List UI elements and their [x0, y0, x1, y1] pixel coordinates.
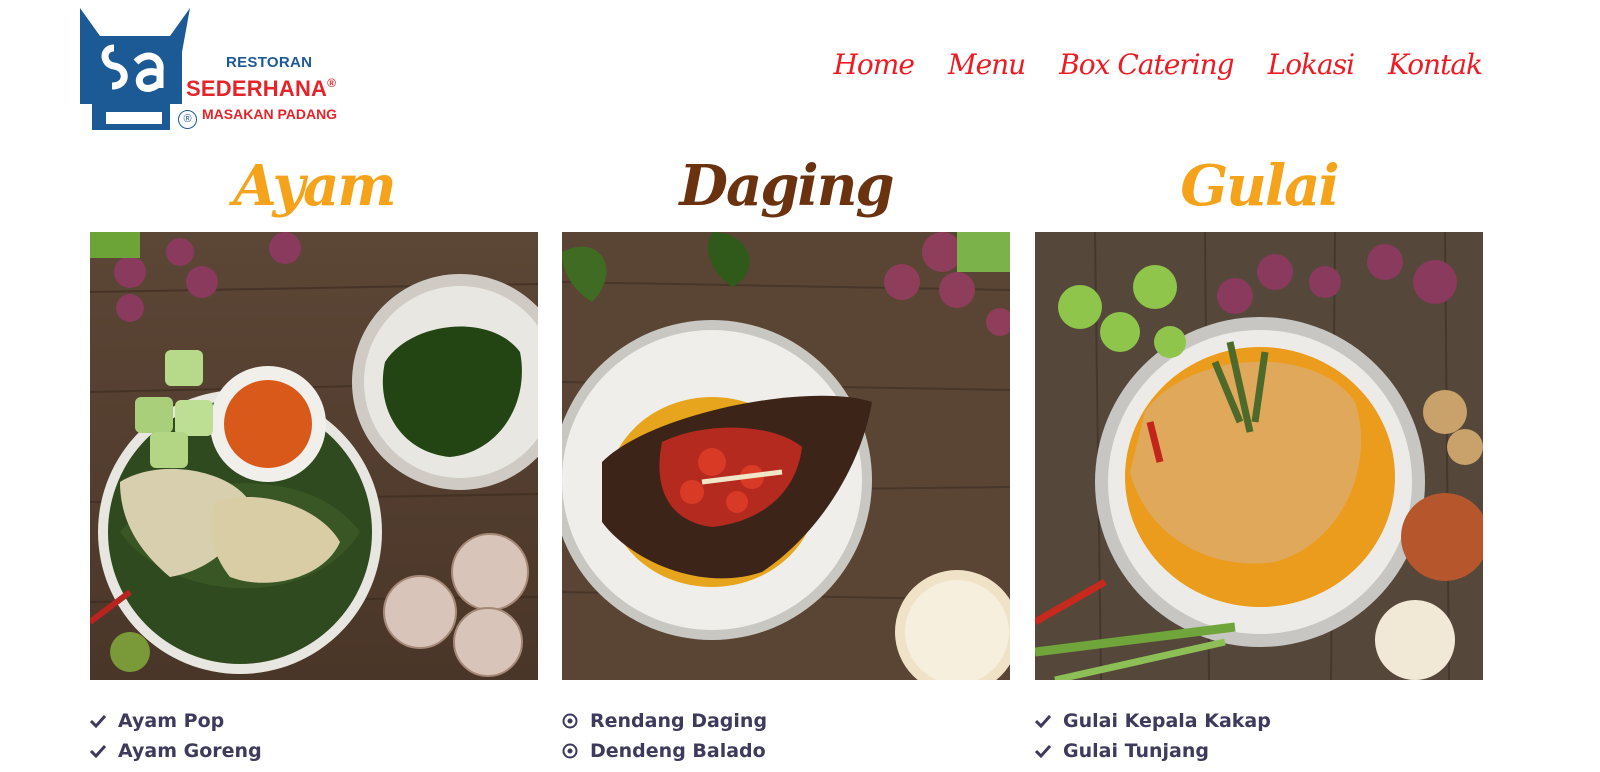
brand-line-sub: MASAKAN PADANG	[202, 106, 338, 122]
check-icon	[90, 714, 118, 728]
check-icon	[1035, 714, 1063, 728]
gulai-dish-photo[interactable]	[1035, 232, 1483, 680]
brand-line-restoran: RESTORAN	[226, 54, 313, 71]
column-title: Ayam	[233, 153, 396, 219]
menu-item[interactable]: Gulai Kepala Kakap	[1035, 706, 1271, 736]
nav-menu[interactable]: Menu	[948, 48, 1026, 81]
menu-item-label: Gulai Tunjang	[1063, 740, 1209, 762]
nav-home[interactable]: Home	[834, 48, 915, 81]
menu-list-gulai: Gulai Kepala Kakap Gulai Tunjang	[1035, 706, 1271, 766]
site-header: ® RESTORAN SEDERHANA® MASAKAN PADANG Hom…	[0, 0, 1600, 140]
check-icon	[1035, 744, 1063, 758]
dot-circle-icon	[562, 713, 590, 729]
registered-mark: ®	[178, 110, 197, 129]
menu-column-gulai: Gulai Gulai Kepala Kakap Gulai Tunjang	[1035, 140, 1483, 762]
daging-dish-photo[interactable]	[562, 232, 1010, 680]
menu-list-ayam: Ayam Pop Ayam Goreng	[90, 706, 262, 766]
ayam-dish-photo[interactable]	[90, 232, 538, 680]
nav-box-catering[interactable]: Box Catering	[1059, 48, 1234, 81]
menu-item[interactable]: Gulai Tunjang	[1035, 736, 1271, 766]
menu-item-label: Dendeng Balado	[590, 740, 766, 762]
menu-column-daging: Daging Rendang Daging Dendeng Balado	[562, 140, 1010, 762]
dot-circle-icon	[562, 743, 590, 759]
menu-item[interactable]: Rendang Daging	[562, 706, 767, 736]
column-title: Gulai	[1180, 153, 1339, 219]
menu-item-label: Gulai Kepala Kakap	[1063, 710, 1271, 732]
menu-item-label: Rendang Daging	[590, 710, 768, 732]
column-title: Daging	[679, 153, 894, 219]
nav-lokasi[interactable]: Lokasi	[1268, 48, 1355, 81]
menu-item[interactable]: Dendeng Balado	[562, 736, 767, 766]
main-nav: Home Menu Box Catering Lokasi Kontak	[834, 48, 1483, 81]
menu-item-label: Ayam Goreng	[118, 740, 262, 762]
nav-kontak[interactable]: Kontak	[1388, 48, 1483, 81]
brand-name-text: SEDERHANA	[186, 76, 328, 101]
menu-item[interactable]: Ayam Goreng	[90, 736, 262, 766]
menu-item[interactable]: Ayam Pop	[90, 706, 262, 736]
check-icon	[90, 744, 118, 758]
menu-list-daging: Rendang Daging Dendeng Balado	[562, 706, 767, 766]
brand-logo[interactable]: ® RESTORAN SEDERHANA® MASAKAN PADANG	[78, 8, 378, 136]
brand-name-reg: ®	[327, 76, 337, 90]
brand-line-name: SEDERHANA®	[186, 76, 336, 102]
menu-column-ayam: Ayam Ayam Pop Ayam Goreng	[90, 140, 538, 762]
menu-item-label: Ayam Pop	[118, 710, 225, 732]
